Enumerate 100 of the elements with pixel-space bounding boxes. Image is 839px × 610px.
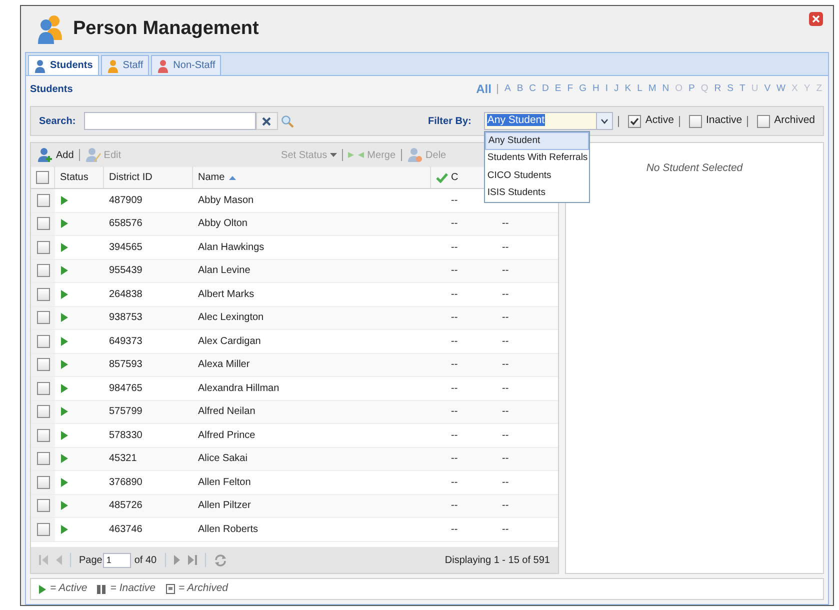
table-cell: 955439	[109, 265, 142, 276]
legend-label: = Archived	[178, 581, 228, 596]
caret-icon	[330, 153, 338, 157]
letter-link[interactable]: E	[554, 82, 562, 96]
next-page-icon[interactable]	[174, 555, 180, 565]
table-cell: 984765	[109, 382, 142, 394]
letter-link[interactable]: R	[714, 82, 722, 96]
letter-link[interactable]: T	[740, 82, 746, 96]
play-icon	[61, 478, 68, 487]
refresh-icon[interactable]	[214, 554, 227, 566]
letter-link[interactable]: K	[624, 82, 632, 96]
table-cell: --	[502, 476, 509, 488]
filter-label: Filter By:	[428, 114, 472, 128]
column-header[interactable]: C	[451, 170, 458, 185]
checkbox[interactable]	[757, 114, 770, 128]
add-person-icon	[37, 147, 53, 163]
sort-ascending-icon	[228, 176, 236, 180]
row-checkbox[interactable]	[36, 405, 50, 418]
close-button[interactable]	[809, 12, 823, 26]
table-cell: --	[502, 453, 509, 464]
row-checkbox[interactable]	[36, 217, 50, 230]
column-header[interactable]: Name	[198, 170, 225, 185]
row-checkbox[interactable]	[36, 334, 50, 348]
row-checkbox[interactable]	[36, 264, 50, 278]
table-cell: 264838	[109, 288, 142, 300]
panel-title: Students	[30, 82, 73, 96]
select-all-checkbox[interactable]	[36, 171, 49, 184]
letter-link[interactable]: C	[529, 82, 536, 96]
letter-link[interactable]: W	[776, 82, 786, 96]
checkbox[interactable]	[688, 114, 702, 128]
table-cell: --	[502, 382, 509, 394]
letter-link[interactable]: B	[516, 82, 524, 96]
toolbar-button[interactable]: Add	[37, 147, 74, 163]
row-checkbox[interactable]	[36, 452, 50, 466]
play-icon	[61, 454, 68, 464]
letter-link[interactable]: L	[637, 82, 642, 96]
letter-link[interactable]: A	[504, 82, 511, 96]
letter-link[interactable]: I	[605, 82, 608, 96]
play-icon	[61, 430, 68, 440]
checkmark-icon	[436, 172, 448, 182]
letter-link[interactable]: P	[688, 82, 695, 96]
table-cell: Alec Lexington	[198, 312, 264, 324]
table-cell: Allen Piltzer	[198, 500, 251, 512]
table-cell: Albert Marks	[198, 288, 254, 300]
tab[interactable]: Students	[28, 55, 99, 75]
letter-link[interactable]: F	[567, 82, 574, 96]
search-icon[interactable]	[280, 114, 294, 128]
column-header[interactable]: District ID	[109, 170, 152, 185]
dropdown-option[interactable]: ISIS Students	[485, 184, 590, 202]
checkbox[interactable]	[628, 114, 642, 128]
page-field[interactable]: 1	[103, 552, 132, 568]
row-checkbox[interactable]	[36, 428, 50, 442]
row-checkbox[interactable]	[36, 311, 50, 324]
column-header[interactable]: Status	[60, 170, 88, 185]
row-checkbox[interactable]	[36, 382, 50, 395]
table-cell: Alfred Neilan	[198, 406, 256, 418]
table-cell: Alice Sakai	[198, 453, 248, 464]
all-link[interactable]: All	[476, 80, 492, 98]
table-cell: Alan Levine	[198, 265, 250, 276]
row-checkbox[interactable]	[36, 288, 50, 301]
table-cell: 487909	[109, 194, 142, 206]
clear-icon	[262, 116, 272, 126]
table-cell: 45321	[109, 453, 137, 464]
row-checkbox[interactable]	[36, 476, 50, 489]
row-checkbox[interactable]	[36, 358, 50, 372]
letter-link[interactable]: D	[542, 82, 549, 96]
tab[interactable]: Staff	[100, 55, 150, 75]
row-checkbox[interactable]	[36, 240, 50, 254]
table-cell: --	[502, 524, 509, 535]
letter-link[interactable]: N	[662, 82, 670, 96]
dropdown-option[interactable]: Any Student	[485, 132, 590, 150]
legend-label: = Active	[50, 581, 88, 596]
tab[interactable]: Non-Staff	[151, 55, 222, 75]
checkbox-label: Archived	[774, 113, 815, 128]
letter-link[interactable]: M	[648, 82, 656, 96]
row-checkbox[interactable]	[36, 194, 50, 207]
table-cell: --	[451, 453, 458, 464]
letter-link[interactable]: H	[592, 82, 600, 96]
dropdown-option[interactable]: CICO Students	[485, 167, 590, 184]
dropdown-option[interactable]: Students With Referrals	[485, 150, 590, 167]
search-field[interactable]	[84, 112, 256, 130]
row-checkbox[interactable]	[36, 499, 50, 512]
play-icon	[61, 384, 68, 393]
table-cell: --	[451, 359, 458, 370]
search-label: Search:	[39, 114, 76, 128]
letter-link[interactable]: J	[614, 82, 619, 96]
table-cell: --	[502, 500, 509, 512]
empty-message: No Student Selected	[646, 161, 743, 176]
letter-link[interactable]: S	[727, 82, 734, 96]
table-cell: --	[502, 359, 509, 370]
last-page-icon[interactable]	[188, 555, 197, 565]
clear-button[interactable]	[256, 112, 278, 130]
checkbox-label: Active	[645, 113, 674, 128]
table-cell: 658576	[109, 218, 142, 230]
table-cell: Alfred Prince	[198, 430, 256, 441]
letter-link[interactable]: G	[579, 82, 586, 96]
table-cell: --	[502, 218, 509, 230]
table-cell: --	[451, 265, 458, 276]
row-checkbox[interactable]	[36, 522, 50, 536]
letter-link[interactable]: V	[764, 82, 771, 96]
